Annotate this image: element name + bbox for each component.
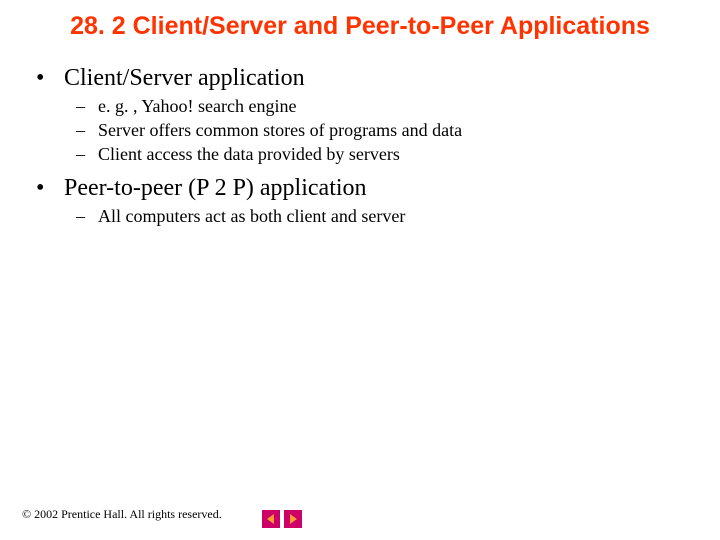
sub-bullet-text: Server offers common stores of programs … <box>98 120 690 141</box>
copyright-footer: © 2002 Prentice Hall. All rights reserve… <box>22 507 222 522</box>
dash-marker: – <box>76 96 98 117</box>
sub-bullet-item: – e. g. , Yahoo! search engine <box>30 96 690 117</box>
sub-bullet-text: e. g. , Yahoo! search engine <box>98 96 690 117</box>
bullet-item: • Peer-to-peer (P 2 P) application <box>30 175 690 202</box>
dash-marker: – <box>76 120 98 141</box>
bullet-marker: • <box>30 175 64 202</box>
sub-bullet-item: – Server offers common stores of program… <box>30 120 690 141</box>
slide-title: 28. 2 Client/Server and Peer-to-Peer App… <box>0 0 720 49</box>
triangle-left-icon <box>265 513 277 525</box>
sub-bullet-text: Client access the data provided by serve… <box>98 144 690 165</box>
slide: 28. 2 Client/Server and Peer-to-Peer App… <box>0 0 720 540</box>
nav-controls <box>262 510 302 528</box>
sub-bullet-item: – Client access the data provided by ser… <box>30 144 690 165</box>
dash-marker: – <box>76 206 98 227</box>
sub-bullet-text: All computers act as both client and ser… <box>98 206 690 227</box>
bullet-text: Client/Server application <box>64 65 690 92</box>
sub-bullet-item: – All computers act as both client and s… <box>30 206 690 227</box>
bullet-marker: • <box>30 65 64 92</box>
dash-marker: – <box>76 144 98 165</box>
next-slide-button[interactable] <box>284 510 302 528</box>
prev-slide-button[interactable] <box>262 510 280 528</box>
bullet-item: • Client/Server application <box>30 65 690 92</box>
slide-body: • Client/Server application – e. g. , Ya… <box>0 49 720 227</box>
triangle-right-icon <box>287 513 299 525</box>
bullet-text: Peer-to-peer (P 2 P) application <box>64 175 690 202</box>
